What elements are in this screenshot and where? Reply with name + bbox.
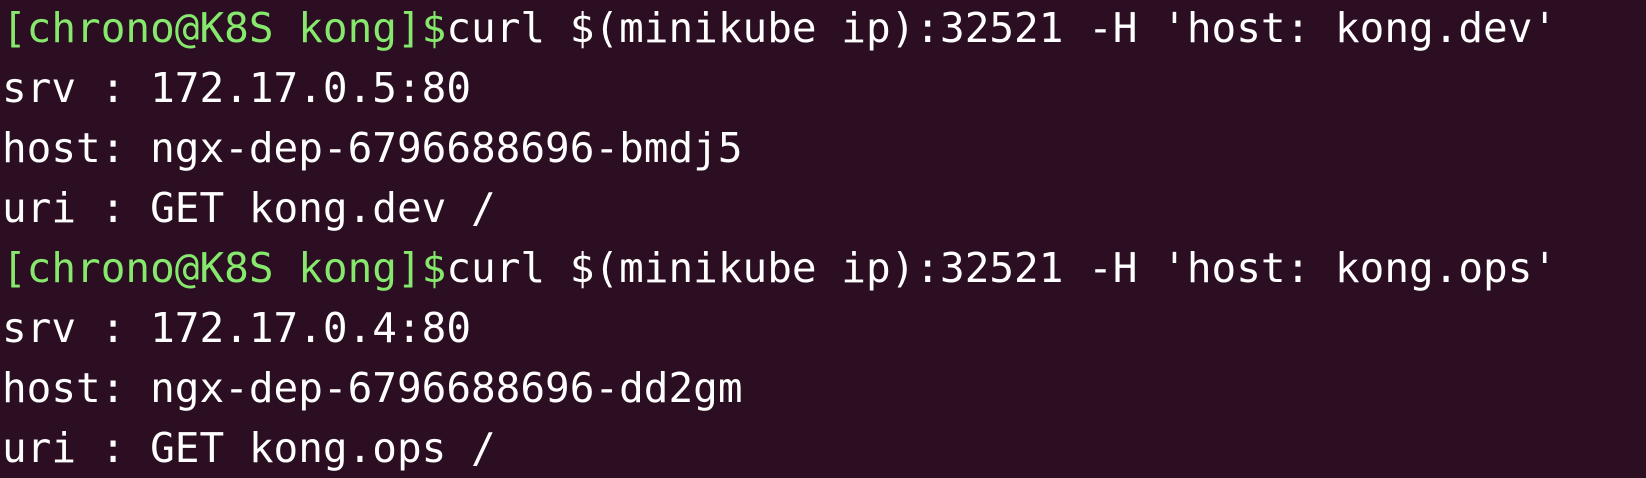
output-line: uri : GET kong.dev / <box>2 184 496 232</box>
terminal-window[interactable]: [chrono@K8S kong]$ curl $(minikube ip):32… <box>0 0 1646 476</box>
shell-prompt: [chrono@K8S kong]$ <box>2 4 447 52</box>
output-line: srv : 172.17.0.5:80 <box>2 64 471 112</box>
command-line-2: [chrono@K8S kong]$ curl $(minikube ip):32… <box>2 238 1646 298</box>
shell-prompt: [chrono@K8S kong]$ <box>2 244 447 292</box>
command-text: curl $(minikube ip):32521 -H 'host: kong… <box>446 244 1558 292</box>
output-line: uri : GET kong.ops / <box>2 424 496 472</box>
command-text: curl $(minikube ip):32521 -H 'host: kong… <box>446 4 1558 52</box>
output-line: srv : 172.17.0.4:80 <box>2 304 471 352</box>
output-line: host: ngx-dep-6796688696-dd2gm <box>2 364 743 412</box>
output-line: host: ngx-dep-6796688696-bmdj5 <box>2 124 743 172</box>
command-line-1: [chrono@K8S kong]$ curl $(minikube ip):32… <box>2 0 1646 58</box>
